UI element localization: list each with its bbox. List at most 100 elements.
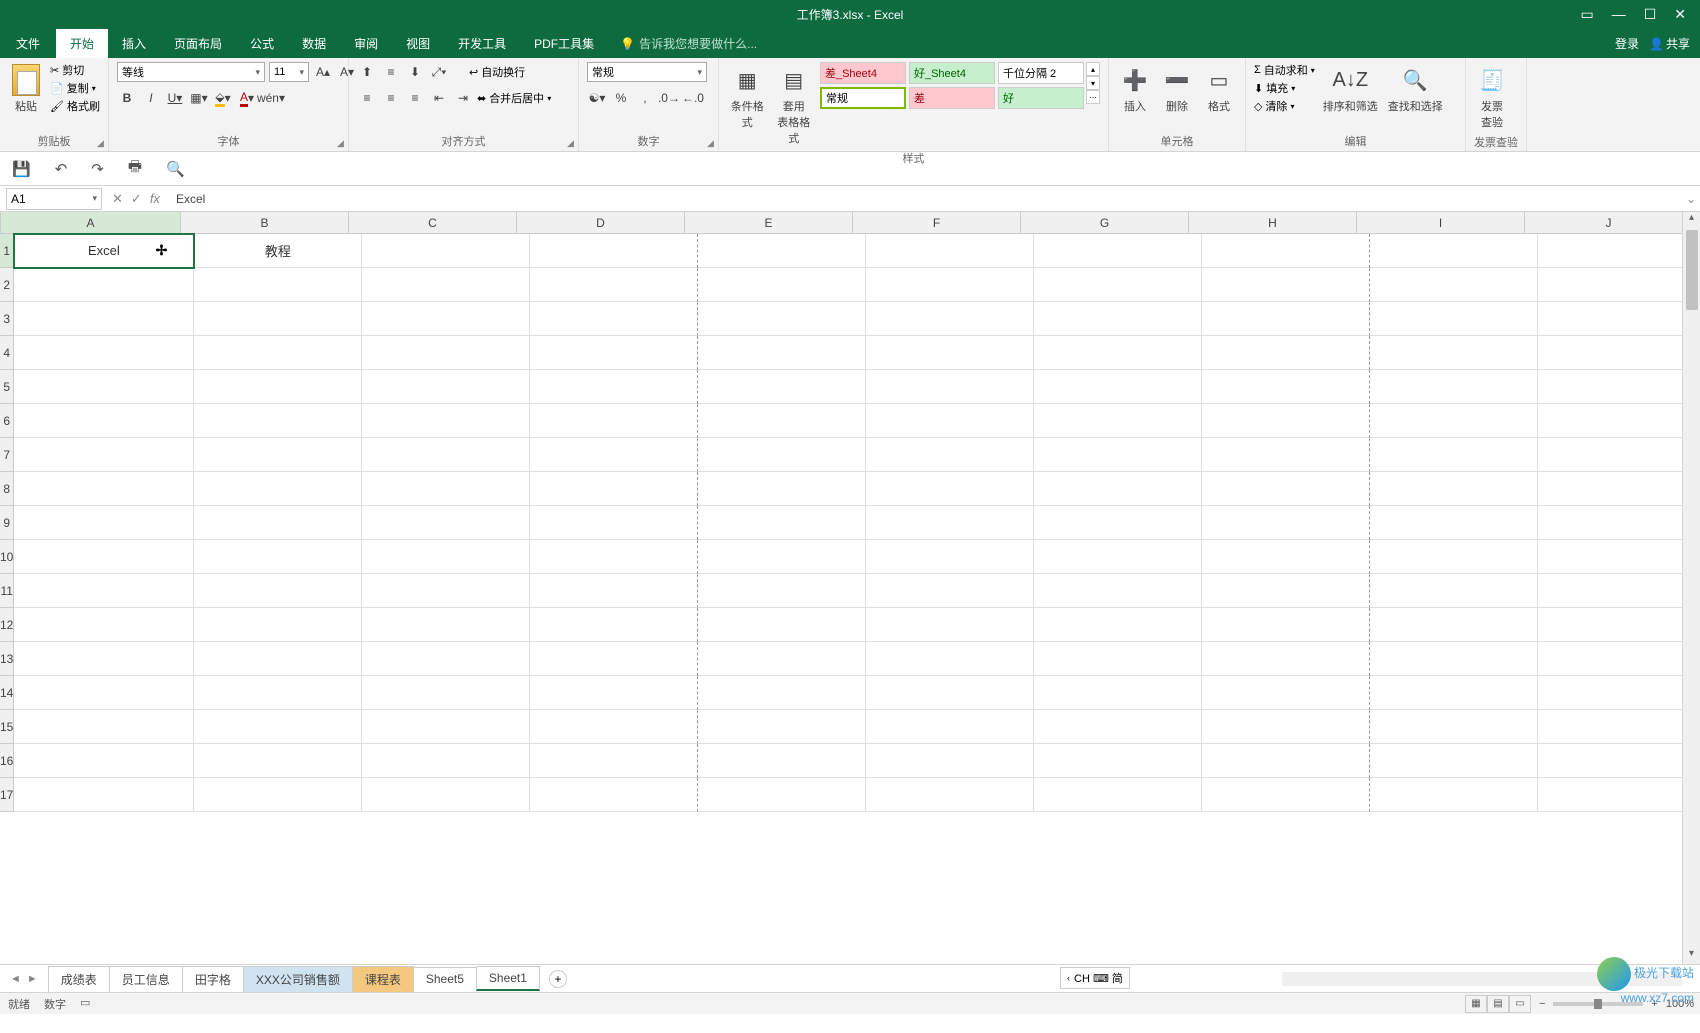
maximize-icon[interactable]: ☐ xyxy=(1644,6,1657,23)
sheet-tab[interactable]: 员工信息 xyxy=(109,966,183,992)
cell-G15[interactable] xyxy=(1034,710,1202,744)
cell-I2[interactable] xyxy=(1370,268,1538,302)
sheet-nav-prev-icon[interactable]: ◄ xyxy=(10,973,21,985)
cancel-formula-icon[interactable]: ✕ xyxy=(112,191,123,207)
normal-view-icon[interactable]: ▦ xyxy=(1465,995,1487,1013)
cell-styles-gallery[interactable]: 差_Sheet4 好_Sheet4 千位分隔 2 常规 差 好 xyxy=(820,62,1084,109)
cell-G2[interactable] xyxy=(1034,268,1202,302)
cell-J9[interactable] xyxy=(1538,506,1682,540)
cell-B4[interactable] xyxy=(194,336,362,370)
cell-C16[interactable] xyxy=(362,744,530,778)
cell-J16[interactable] xyxy=(1538,744,1682,778)
cell-C10[interactable] xyxy=(362,540,530,574)
cell-J11[interactable] xyxy=(1538,574,1682,608)
cell-B11[interactable] xyxy=(194,574,362,608)
share-button[interactable]: 👤 共享 xyxy=(1649,35,1690,52)
cell-H17[interactable] xyxy=(1202,778,1370,812)
col-header-B[interactable]: B xyxy=(181,212,349,234)
cell-C9[interactable] xyxy=(362,506,530,540)
cell-I10[interactable] xyxy=(1370,540,1538,574)
row-header-7[interactable]: 7 xyxy=(0,438,14,472)
cell-J15[interactable] xyxy=(1538,710,1682,744)
cell-B2[interactable] xyxy=(194,268,362,302)
row-header-5[interactable]: 5 xyxy=(0,370,14,404)
cell-F6[interactable] xyxy=(866,404,1034,438)
cell-G5[interactable] xyxy=(1034,370,1202,404)
cell-I11[interactable] xyxy=(1370,574,1538,608)
cell-F13[interactable] xyxy=(866,642,1034,676)
cell-D14[interactable] xyxy=(530,676,698,710)
tell-me-search[interactable]: 💡 告诉我您想要做什么... xyxy=(620,35,757,58)
cell-B15[interactable] xyxy=(194,710,362,744)
underline-button[interactable]: U▾ xyxy=(165,88,185,108)
cell-B3[interactable] xyxy=(194,302,362,336)
scroll-thumb[interactable] xyxy=(1686,230,1698,310)
style-good[interactable]: 好 xyxy=(998,87,1084,109)
scroll-up-icon[interactable]: ▴ xyxy=(1683,212,1700,228)
col-header-G[interactable]: G xyxy=(1021,212,1189,234)
cell-G6[interactable] xyxy=(1034,404,1202,438)
print-preview-icon[interactable]: 🔍 xyxy=(166,160,185,178)
cell-H15[interactable] xyxy=(1202,710,1370,744)
col-header-E[interactable]: E xyxy=(685,212,853,234)
cell-F7[interactable] xyxy=(866,438,1034,472)
cell-A11[interactable] xyxy=(14,574,194,608)
decrease-indent-icon[interactable]: ⇤ xyxy=(429,88,449,108)
cell-J17[interactable] xyxy=(1538,778,1682,812)
cell-E2[interactable] xyxy=(698,268,866,302)
row-header-9[interactable]: 9 xyxy=(0,506,14,540)
cell-F16[interactable] xyxy=(866,744,1034,778)
cell-A4[interactable] xyxy=(14,336,194,370)
cell-E10[interactable] xyxy=(698,540,866,574)
undo-icon[interactable]: ↶ xyxy=(55,160,68,178)
cell-I16[interactable] xyxy=(1370,744,1538,778)
sort-filter-button[interactable]: A↓Z排序和筛选 xyxy=(1321,62,1380,116)
increase-font-icon[interactable]: A▴ xyxy=(313,62,333,82)
save-icon[interactable]: 💾 xyxy=(12,160,31,178)
cell-G1[interactable] xyxy=(1034,234,1202,268)
vertical-scrollbar[interactable]: ▴ ▾ xyxy=(1682,212,1700,964)
style-bad[interactable]: 差 xyxy=(909,87,995,109)
cell-A7[interactable] xyxy=(14,438,194,472)
cell-I3[interactable] xyxy=(1370,302,1538,336)
cell-A8[interactable] xyxy=(14,472,194,506)
cell-I14[interactable] xyxy=(1370,676,1538,710)
gallery-down-icon[interactable]: ▾ xyxy=(1086,76,1100,90)
expand-formula-bar-icon[interactable]: ⌄ xyxy=(1682,192,1700,206)
cell-E17[interactable] xyxy=(698,778,866,812)
cell-I12[interactable] xyxy=(1370,608,1538,642)
col-header-C[interactable]: C xyxy=(349,212,517,234)
cell-I1[interactable] xyxy=(1370,234,1538,268)
cell-C5[interactable] xyxy=(362,370,530,404)
cell-D11[interactable] xyxy=(530,574,698,608)
font-size-combo[interactable]: 11▾ xyxy=(269,62,309,82)
cell-H3[interactable] xyxy=(1202,302,1370,336)
enter-formula-icon[interactable]: ✓ xyxy=(131,191,142,207)
cell-A17[interactable] xyxy=(14,778,194,812)
cell-I6[interactable] xyxy=(1370,404,1538,438)
format-as-table-button[interactable]: ▤ 套用 表格格式 xyxy=(773,62,814,148)
cell-B5[interactable] xyxy=(194,370,362,404)
sheet-tab[interactable]: 田字格 xyxy=(182,966,244,992)
cell-D17[interactable] xyxy=(530,778,698,812)
col-header-H[interactable]: H xyxy=(1189,212,1357,234)
style-thousand-sep[interactable]: 千位分隔 2 xyxy=(998,62,1084,84)
cell-A3[interactable] xyxy=(14,302,194,336)
merge-center-button[interactable]: ⬌合并后居中▾ xyxy=(477,90,551,106)
quick-print-icon[interactable]: 🖶 xyxy=(128,156,142,181)
login-button[interactable]: 登录 xyxy=(1615,35,1639,52)
cell-I15[interactable] xyxy=(1370,710,1538,744)
cell-I7[interactable] xyxy=(1370,438,1538,472)
cell-C2[interactable] xyxy=(362,268,530,302)
cell-G17[interactable] xyxy=(1034,778,1202,812)
cell-G14[interactable] xyxy=(1034,676,1202,710)
col-header-A[interactable]: A xyxy=(1,212,181,234)
cell-G11[interactable] xyxy=(1034,574,1202,608)
name-box[interactable]: A1 ▾ xyxy=(6,188,102,210)
decrease-decimal-icon[interactable]: ←.0 xyxy=(683,88,703,108)
cell-E5[interactable] xyxy=(698,370,866,404)
cell-J8[interactable] xyxy=(1538,472,1682,506)
tab-data[interactable]: 数据 xyxy=(288,29,340,58)
cell-J12[interactable] xyxy=(1538,608,1682,642)
fill-color-button[interactable]: ⬙▾ xyxy=(213,88,233,108)
